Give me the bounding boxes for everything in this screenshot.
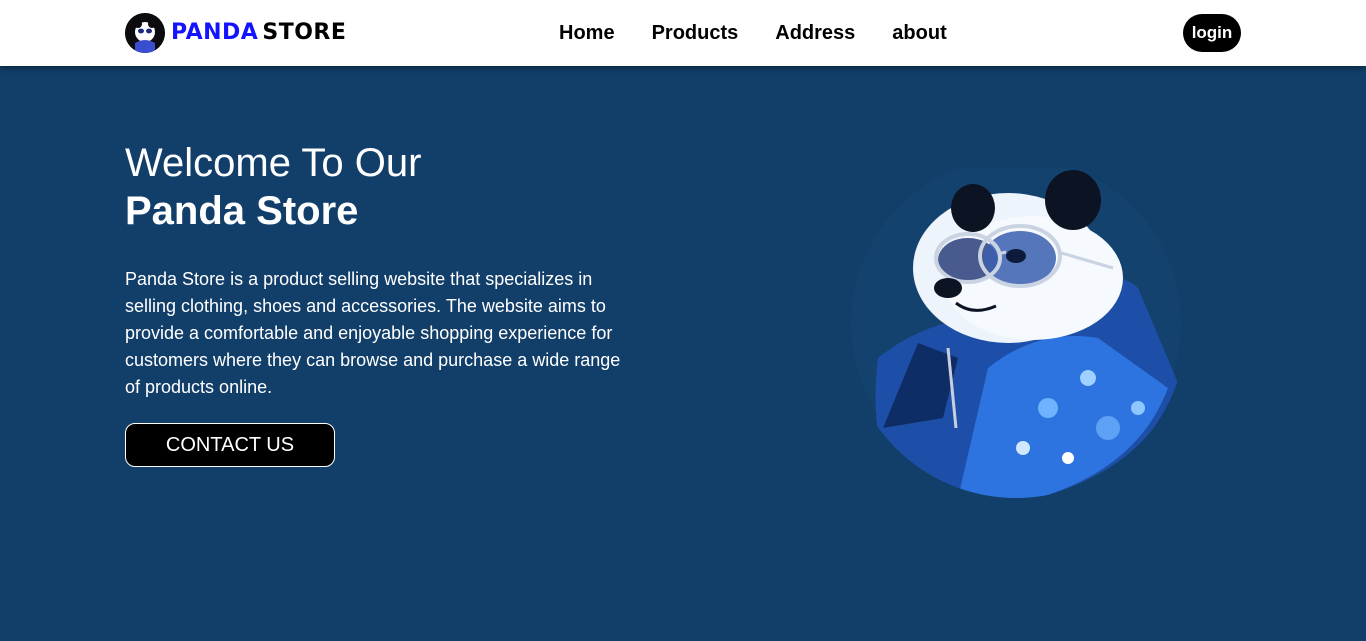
nav-home[interactable]: Home <box>559 22 615 45</box>
contact-us-button[interactable]: CONTACT US <box>125 423 335 467</box>
brand-link[interactable]: PANDA STORE <box>125 13 346 53</box>
panda-illustration <box>838 158 1194 498</box>
nav-about[interactable]: about <box>892 22 946 45</box>
brand-name-part2: STORE <box>262 20 347 45</box>
nav-address[interactable]: Address <box>775 22 855 45</box>
hero-text: Welcome To Our Panda Store Panda Store i… <box>125 140 635 419</box>
login-button[interactable]: login <box>1183 14 1241 52</box>
nav-products[interactable]: Products <box>652 22 739 45</box>
hero-title-line1: Welcome To Our <box>125 141 422 185</box>
brand-name: PANDA STORE <box>171 13 346 53</box>
hero-title-line2: Panda Store <box>125 189 359 233</box>
hero-description: Panda Store is a product selling website… <box>125 269 621 397</box>
main-nav: Home Products Address about <box>559 0 984 66</box>
navbar: PANDA STORE Home Products Address about l… <box>0 0 1366 66</box>
panda-logo-icon <box>125 13 165 53</box>
brand-name-part1: PANDA <box>171 20 259 45</box>
